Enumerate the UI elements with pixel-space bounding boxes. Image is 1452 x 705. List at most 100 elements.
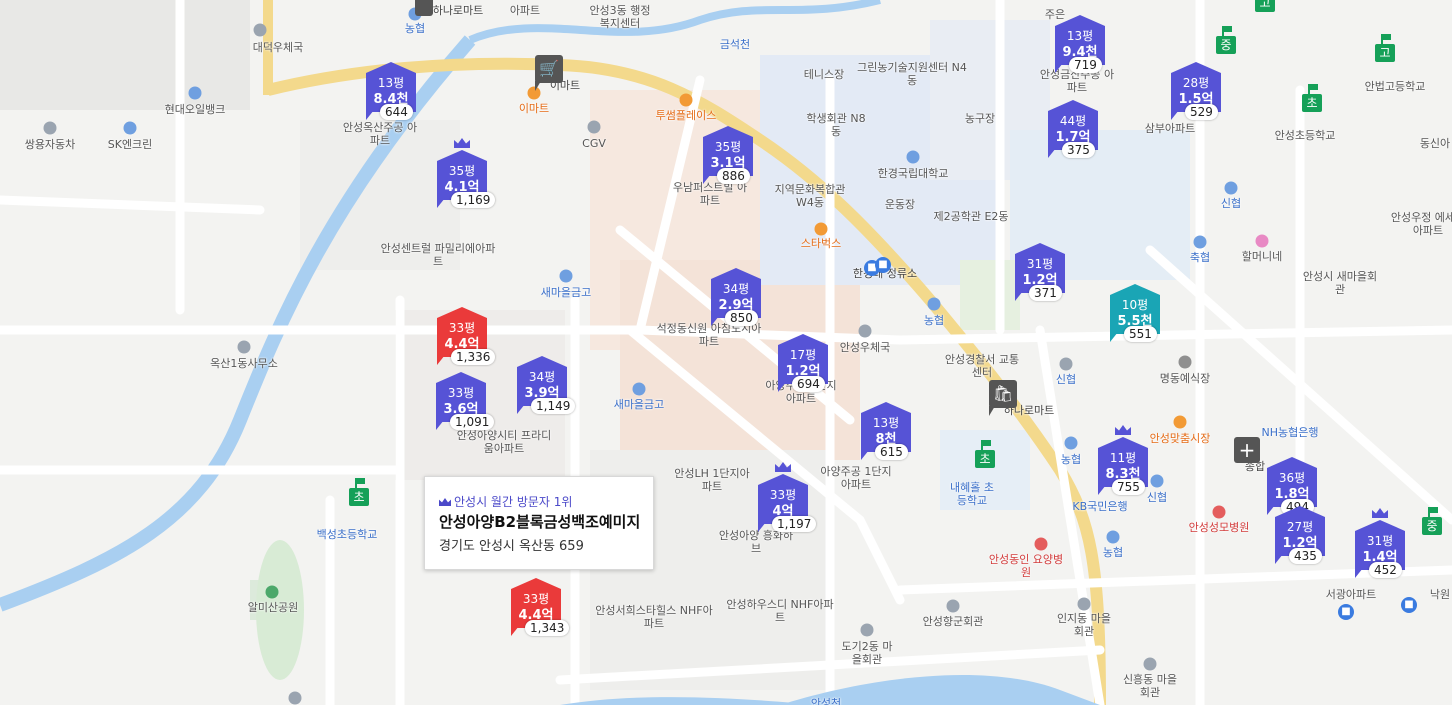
bank-icon[interactable] bbox=[1059, 357, 1073, 371]
bus-stop-icon[interactable]: ■ bbox=[1401, 597, 1417, 613]
post-icon[interactable] bbox=[253, 23, 267, 37]
cart-icon: 🛒 bbox=[539, 59, 559, 78]
apartment-price-marker[interactable]: 17평 1.2억 694 bbox=[778, 334, 828, 398]
apartment-price-marker[interactable]: 13평 9.4천 719 bbox=[1055, 15, 1105, 79]
post-icon[interactable] bbox=[858, 324, 872, 338]
gas-icon[interactable] bbox=[123, 121, 137, 135]
apartment-name: 안성아양B2블록금성백조예미지 bbox=[439, 513, 641, 531]
crown-icon bbox=[439, 498, 451, 506]
bank-icon[interactable] bbox=[1193, 235, 1207, 249]
cafe-label: 투썸플레이스 bbox=[655, 109, 717, 122]
market-icon[interactable] bbox=[1173, 415, 1187, 429]
marker-units: 615 bbox=[875, 444, 908, 460]
university-icon[interactable] bbox=[906, 150, 920, 164]
building-label: 도기2동 마을회관 bbox=[841, 640, 893, 666]
apartment-price-marker[interactable]: 33평 4.4억 1,336 bbox=[437, 307, 496, 371]
bank-icon[interactable] bbox=[1224, 181, 1238, 195]
place-label: 쌍용자동차 bbox=[24, 138, 76, 151]
cafe-icon[interactable] bbox=[814, 222, 828, 236]
building-label: 지역문화복합관 W4동 bbox=[774, 183, 846, 209]
marker-tail bbox=[1110, 332, 1118, 342]
bank-icon[interactable] bbox=[632, 382, 646, 396]
apartment-price-marker[interactable]: 35평 3.1억 886 bbox=[703, 126, 753, 190]
hospital-cross-icon[interactable]: + bbox=[1234, 437, 1260, 463]
building-icon[interactable] bbox=[1143, 657, 1157, 671]
park-icon[interactable] bbox=[265, 585, 279, 599]
cafe-icon[interactable] bbox=[679, 93, 693, 107]
apartment-label: 안성센트럴 파밀리에아파트 bbox=[380, 242, 496, 268]
apartment-price-marker[interactable]: 44평 1.7억 375 bbox=[1048, 100, 1098, 164]
office-icon[interactable] bbox=[237, 340, 251, 354]
apartment-price-marker[interactable]: 13평 8천 615 bbox=[861, 402, 911, 466]
restaurant-icon[interactable] bbox=[1255, 234, 1269, 248]
building-icon[interactable] bbox=[860, 623, 874, 637]
bank-icon[interactable] bbox=[559, 269, 573, 283]
apartment-price-marker[interactable]: 34평 3.9억 1,149 bbox=[517, 356, 576, 420]
bank-icon[interactable] bbox=[1064, 436, 1078, 450]
marker-units: 435 bbox=[1289, 548, 1322, 564]
marker-units: 1,343 bbox=[525, 620, 570, 636]
building-label: 안성시 새마을회관 bbox=[1302, 270, 1378, 296]
building-label: 제2공학관 E2동 bbox=[933, 210, 1009, 223]
hospital-icon[interactable] bbox=[1034, 537, 1048, 551]
visitor-rank-text: 안성시 월간 방문자 1위 bbox=[454, 495, 573, 509]
cafe-label: 스타벅스 bbox=[800, 237, 842, 250]
apartment-price-marker[interactable]: 13평 8.4천 644 bbox=[366, 62, 416, 126]
middle-school-icon[interactable]: 중 bbox=[1422, 507, 1442, 535]
apartment-price-marker[interactable]: 34평 2.9억 850 bbox=[711, 268, 761, 332]
apartment-price-marker[interactable]: 27평 1.2억 435 bbox=[1275, 506, 1325, 570]
marker-units: 886 bbox=[717, 168, 750, 184]
marker-units: 551 bbox=[1124, 326, 1157, 342]
visitor-rank: 안성시 월간 방문자 1위 bbox=[439, 493, 572, 510]
elementary-school-icon[interactable]: 초 bbox=[1302, 84, 1322, 112]
school-label: 백성초등학교 bbox=[316, 528, 378, 541]
apartment-price-marker[interactable]: 33평 4억 1,197 bbox=[758, 462, 817, 538]
marker-tail bbox=[1055, 63, 1063, 73]
apartment-price-marker[interactable]: 31평 1.4억 452 bbox=[1355, 508, 1405, 584]
store-marker[interactable]: 🛍 bbox=[989, 380, 1017, 416]
apartment-price-marker[interactable]: 28평 1.5억 529 bbox=[1171, 62, 1221, 126]
river-label: 안성천 bbox=[810, 697, 842, 705]
building-icon[interactable] bbox=[946, 599, 960, 613]
elementary-school-icon[interactable]: 초 bbox=[975, 440, 995, 468]
gas-station-label: 현대오일뱅크 bbox=[164, 103, 226, 116]
map-view[interactable]: 하나로마트 아파트 안성3동 행정복지센터 농협 대덕우체국 금석천 주은 현대… bbox=[0, 0, 1452, 705]
marker-tail bbox=[1171, 110, 1179, 120]
bus-stop-icon[interactable]: ■ bbox=[875, 257, 891, 273]
apartment-price-marker[interactable]: 11평 8.3천 755 bbox=[1098, 425, 1148, 501]
apartment-price-marker[interactable]: 33평 3.6억 1,091 bbox=[436, 372, 495, 436]
apartment-price-marker[interactable]: 31평 1.2억 371 bbox=[1015, 243, 1065, 307]
building-icon[interactable] bbox=[288, 691, 302, 705]
marker-tail bbox=[711, 316, 719, 326]
bank-icon[interactable] bbox=[1150, 474, 1164, 488]
stream-label: 금석천 bbox=[719, 38, 751, 51]
marker-tail bbox=[517, 404, 525, 414]
high-school-icon[interactable]: 고 bbox=[1255, 0, 1275, 12]
mart-marker[interactable]: 🛒 bbox=[535, 55, 563, 91]
bus-stop-icon[interactable]: ■ bbox=[1338, 604, 1354, 620]
apartment-info-popup[interactable]: 안성시 월간 방문자 1위 안성아양B2블록금성백조예미지 경기도 안성시 옥산… bbox=[424, 476, 654, 570]
marker-units: 1,091 bbox=[450, 414, 495, 430]
apartment-price-marker[interactable]: 35평 4.1억 1,169 bbox=[437, 138, 496, 214]
hall-icon[interactable] bbox=[1178, 355, 1192, 369]
cinema-icon[interactable] bbox=[587, 120, 601, 134]
apartment-label: 안성서희스타힐스 NHF아파트 bbox=[595, 604, 713, 630]
middle-school-icon[interactable]: 중 bbox=[1216, 26, 1236, 54]
gas-station-label: SK엔크린 bbox=[107, 138, 153, 151]
gas-icon[interactable] bbox=[188, 86, 202, 100]
bag-icon: 🛍 bbox=[992, 384, 1014, 403]
hospital-icon[interactable] bbox=[1212, 505, 1226, 519]
bank-icon[interactable] bbox=[927, 297, 941, 311]
apartment-price-marker[interactable]: 33평 4.4억 1,343 bbox=[511, 578, 570, 642]
apartment-price-marker[interactable]: 10평 5.5천 551 bbox=[1110, 284, 1160, 348]
high-school-icon[interactable]: 고 bbox=[1375, 34, 1395, 62]
elementary-school-icon[interactable]: 초 bbox=[349, 478, 369, 506]
bank-icon[interactable] bbox=[1106, 530, 1120, 544]
university-label: 한경국립대학교 bbox=[877, 167, 949, 180]
school-label: 내혜홀 초등학교 bbox=[950, 481, 994, 507]
school-label: 안성초등학교 bbox=[1274, 129, 1336, 142]
store-marker[interactable] bbox=[415, 0, 433, 16]
car-icon[interactable] bbox=[43, 121, 57, 135]
bank-label: NH농협은행 bbox=[1261, 426, 1319, 439]
building-icon[interactable] bbox=[1077, 597, 1091, 611]
